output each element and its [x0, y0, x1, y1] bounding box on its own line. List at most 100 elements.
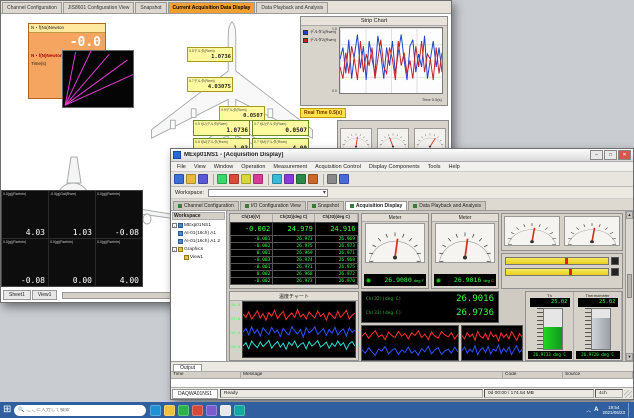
digital-readout-panel: Ch(32)(deg C) 26.9016 Ch(33)(deg C) 26.9…	[361, 291, 499, 323]
vertical-scrollbar[interactable]: ▲ ▼	[625, 211, 633, 361]
tab-channel-configuration[interactable]: Channel Configuration	[173, 201, 239, 210]
meter-title: Meter	[432, 214, 498, 222]
pause-icon[interactable]	[241, 174, 251, 184]
toolbar	[171, 172, 633, 187]
value-box-value: 1.0736	[195, 127, 248, 134]
tab-snapshot[interactable]: Snapshot	[307, 201, 344, 210]
numeric-table: 0.0(g)(Rw/min) 4.03 -0.0(g)Gal(Rwm) 1.03…	[1, 190, 143, 287]
search-input[interactable]	[27, 408, 143, 413]
meter-display-icon[interactable]	[272, 174, 282, 184]
value-box-value: 0.0507	[254, 127, 307, 134]
minimize-button[interactable]: –	[590, 150, 603, 160]
start-button[interactable]: ⊞	[3, 403, 11, 417]
title-bar[interactable]: MExp01NS1 - [Acquisition Display] – □ ✕	[171, 149, 633, 162]
browser-icon[interactable]	[150, 405, 161, 416]
sheet-tab-2[interactable]: View1	[32, 290, 58, 300]
output-col-message[interactable]: Message	[241, 372, 503, 378]
sheet-tab-1[interactable]: Sheet1	[3, 290, 31, 300]
thermometer-fill	[592, 318, 610, 349]
menu-measurement[interactable]: Measurement	[269, 164, 311, 170]
mini-gauge-2	[564, 216, 620, 246]
file-explorer-icon[interactable]	[164, 405, 175, 416]
tab-data-playback[interactable]: Data Playback and Analysis	[408, 201, 486, 210]
cell-label: 0.0(g)(Rw/min)	[50, 240, 94, 244]
tree-item-label: MExp01NS1	[184, 223, 211, 228]
stop-icon[interactable]	[229, 174, 239, 184]
app-icon-1[interactable]	[206, 405, 217, 416]
resize-grip[interactable]	[624, 390, 632, 398]
open-icon[interactable]	[186, 174, 196, 184]
mini-chart-panel-2	[461, 325, 523, 361]
tree-item-view1[interactable]: View1	[184, 253, 225, 261]
close-button[interactable]: ✕	[618, 150, 631, 160]
bg-tab-snapshot[interactable]: Snapshot	[135, 2, 166, 13]
menu-view[interactable]: View	[190, 164, 210, 170]
output-tab[interactable]: Output	[173, 364, 202, 371]
menu-file[interactable]: File	[173, 164, 190, 170]
collapse-icon[interactable]: -	[172, 223, 177, 228]
collapse-icon[interactable]: -	[172, 247, 177, 252]
language-indicator[interactable]: A	[594, 407, 598, 413]
taskbar-clock[interactable]: 19:54 2021/06/23	[602, 405, 625, 415]
status-led-icon	[366, 278, 371, 283]
new-icon[interactable]	[174, 174, 184, 184]
tray-expand-icon[interactable]: ︿	[586, 407, 591, 414]
menu-display-components[interactable]: Display Components	[365, 164, 424, 170]
taskbar-search[interactable]: 🔍	[14, 405, 146, 416]
settings-icon[interactable]	[327, 174, 337, 184]
cell-value: 0.00	[50, 276, 94, 285]
app-icon-2[interactable]	[220, 405, 231, 416]
output-col-source[interactable]: Source	[563, 372, 633, 378]
menu-help[interactable]: Help	[445, 164, 464, 170]
tree-item-root[interactable]: - MExp01NS1	[172, 221, 225, 229]
cell-value: 4.00	[97, 276, 141, 285]
chart-display-icon[interactable]	[284, 174, 294, 184]
daq-app-icon[interactable]	[234, 405, 245, 416]
tree-item-graphics[interactable]: - Graphics	[172, 245, 225, 253]
strip-chart-plot	[339, 27, 443, 94]
digital-value: 26.9736	[456, 308, 494, 318]
scroll-down-arrow[interactable]: ▼	[626, 353, 633, 361]
document-tab[interactable]: DAQWA01NS1	[172, 389, 218, 399]
tree-item-ai1[interactable]: AI-01(16ch) A1	[178, 229, 225, 237]
tab-io-configuration-view[interactable]: I/O Configuration View	[240, 201, 306, 210]
output-col-time[interactable]: Time	[171, 372, 241, 378]
spreadsheet-app-icon[interactable]	[178, 405, 189, 416]
menu-window[interactable]: Window	[210, 164, 238, 170]
search-icon: 🔍	[18, 407, 24, 413]
menu-acquisition-control[interactable]: Acquisition Control	[311, 164, 365, 170]
channel-cell: 0.002	[231, 271, 272, 277]
toolbar-separator	[323, 174, 324, 185]
bg-tab-current-acquisition[interactable]: Current Acquisition Data Display	[168, 2, 256, 13]
mini-chart-series	[362, 326, 458, 360]
maximize-button[interactable]: □	[604, 150, 617, 160]
fg-tab-bar: Channel Configuration I/O Configuration …	[171, 199, 633, 211]
tab-acquisition-display[interactable]: Acquisition Display	[345, 201, 407, 210]
run-icon[interactable]	[217, 174, 227, 184]
gauge-display-icon[interactable]	[308, 174, 318, 184]
output-col-code[interactable]: Code	[503, 372, 563, 378]
workspace-combobox[interactable]	[208, 189, 328, 197]
menu-tools[interactable]: Tools	[424, 164, 445, 170]
help-icon[interactable]	[339, 174, 349, 184]
show-desktop-button[interactable]	[628, 403, 631, 417]
bg-tab-channel-configuration[interactable]: Channel Configuration	[2, 2, 62, 13]
tag-value: 4.03075	[189, 84, 231, 90]
dial-gauge	[377, 128, 409, 150]
menu-operation[interactable]: Operation	[237, 164, 269, 170]
save-icon[interactable]	[198, 174, 208, 184]
tree-item-ai2[interactable]: AI-01(16ch) A1 2	[178, 237, 225, 245]
scroll-up-arrow[interactable]: ▲	[626, 211, 633, 219]
tab-icon	[312, 204, 316, 208]
window-title: MExp01NS1 - [Acquisition Display]	[184, 152, 589, 158]
table-display-icon[interactable]	[296, 174, 306, 184]
bg-tab-playback[interactable]: Data Playback and Analysis	[256, 2, 328, 13]
mail-app-icon[interactable]	[192, 405, 203, 416]
bar-indicator-row	[505, 268, 619, 276]
digital-value: 26.9016	[456, 294, 494, 304]
system-tray: ︿ A 19:54 2021/06/23	[586, 403, 631, 417]
bg-tab-configuration-view[interactable]: JIS8601 Configuration View	[63, 2, 135, 13]
scroll-thumb[interactable]	[627, 274, 632, 298]
record-icon[interactable]	[253, 174, 263, 184]
cell-label: 0.0(g)(Rw/min)	[97, 192, 141, 196]
